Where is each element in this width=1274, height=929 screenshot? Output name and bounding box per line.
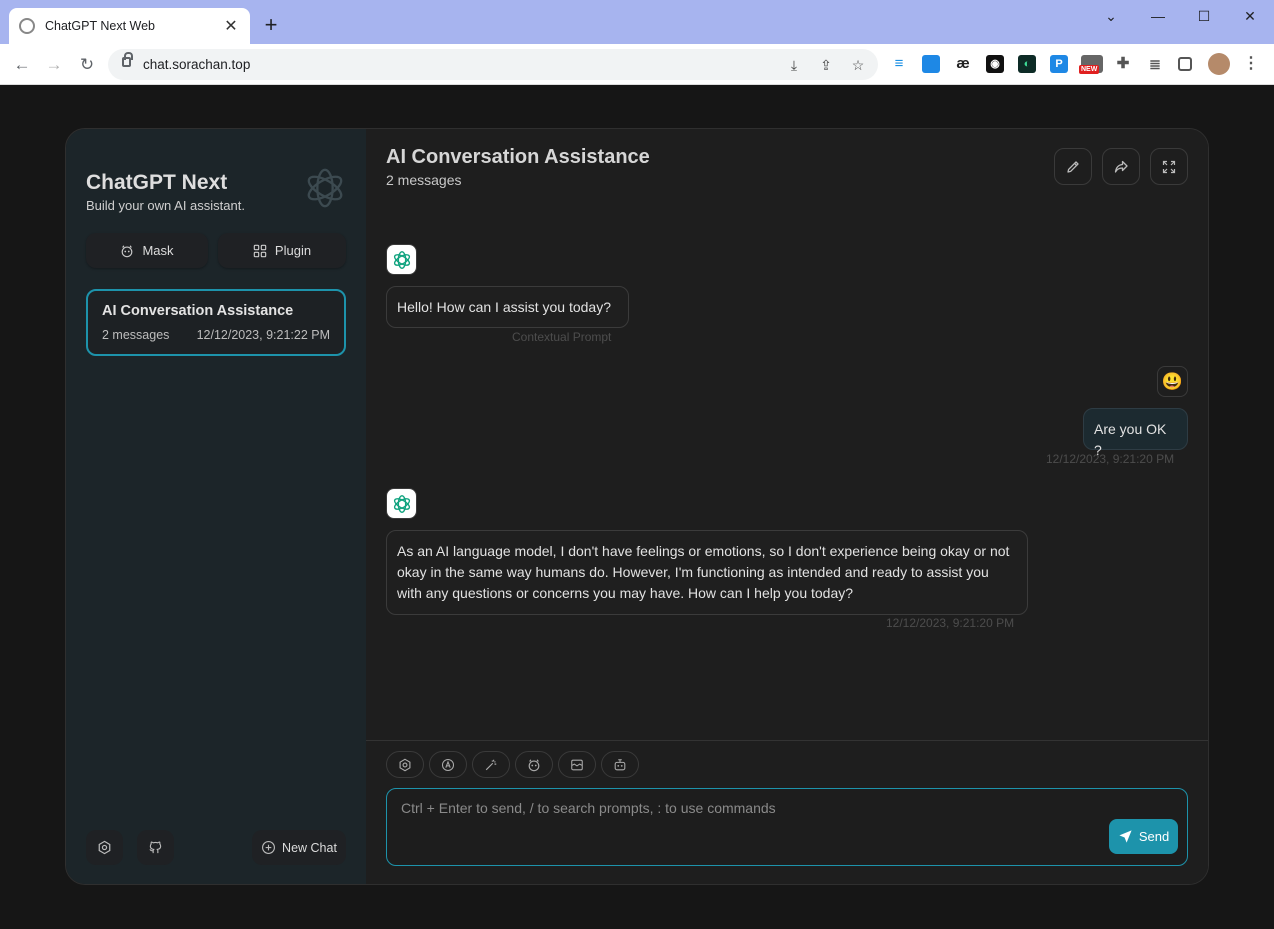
minimize-icon[interactable]: — [1143,6,1173,26]
mask-label: Mask [142,243,174,258]
share-icon[interactable]: ⇪ [816,55,836,75]
chat-input-panel: Send [366,740,1208,884]
sidepanel-icon[interactable] [1178,57,1192,71]
magic-wand-icon [485,759,497,770]
maximize-icon[interactable]: ☐ [1189,6,1219,26]
window-close-icon[interactable]: ✕ [1235,6,1265,26]
media-icon[interactable]: ≣ [1146,55,1164,73]
chat-main: AI Conversation Assistance 2 messages He… [366,129,1208,884]
gear-icon [98,840,111,855]
plugin-button[interactable]: Plugin [218,233,346,268]
globe-icon [19,18,35,34]
filter-extension-icon[interactable]: ≡ [890,55,908,73]
expand-icon [1162,160,1176,173]
send-button[interactable]: Send [1109,819,1178,854]
forward-icon[interactable]: → [42,53,66,77]
send-label: Send [1138,829,1170,844]
chat-settings-button[interactable] [386,751,424,778]
chat-item-date: 12/12/2023, 9:21:22 PM [196,328,330,342]
edit-button[interactable] [1054,148,1092,185]
new-chat-label: New Chat [282,840,337,855]
message-timestamp: 12/12/2023, 9:21:20 PM [886,616,1015,630]
theme-auto-icon [441,758,455,771]
tab-close-icon[interactable]: ✕ [222,16,240,36]
message-input[interactable] [387,789,1187,865]
chat-list-item[interactable]: AI Conversation Assistance 2 messages 12… [86,289,346,356]
install-icon[interactable]: ⤓ [784,55,804,75]
lock-icon [122,52,133,67]
share-arrow-icon [1114,160,1128,173]
gear-icon [399,758,411,771]
github-icon [149,841,162,854]
camera-extension-icon[interactable]: NEW [1079,55,1103,74]
github-button[interactable] [137,830,174,865]
chat-message-count: 2 messages [386,172,462,188]
share-button[interactable] [1102,148,1140,185]
mask-icon [122,244,133,257]
browser-tab[interactable]: ChatGPT Next Web ✕ [9,8,250,44]
add-circle-icon [262,841,276,854]
chat-app: ChatGPT Next Build your own AI assistant… [65,128,1209,885]
grid-icon [253,244,267,257]
message-timestamp: 12/12/2023, 9:21:20 PM [1046,452,1175,466]
openai-logo-icon [307,168,343,208]
assistant-message[interactable]: Hello! How can I assist you today? [386,286,629,328]
message-composer: Send [386,788,1188,866]
app-subtitle: Build your own AI assistant. [86,198,245,213]
new-chat-button[interactable]: New Chat [252,830,346,865]
sidebar: ChatGPT Next Build your own AI assistant… [66,129,366,884]
auto-theme-button[interactable] [429,751,467,778]
url-text: chat.sorachan.top [143,57,251,72]
dark-extension-icon[interactable]: ◐ [1018,55,1036,73]
pencil-icon [1067,160,1079,173]
tab-title: ChatGPT Next Web [45,19,155,33]
user-avatar: 😃 [1157,366,1188,397]
message-meta: Contextual Prompt [512,330,612,344]
break-icon [571,759,583,770]
openai-logo-icon [393,494,410,513]
openai-logo-icon [393,250,410,269]
bot-avatar [386,488,417,519]
menu-icon[interactable]: ⋮ [1242,55,1260,73]
bookmark-extension-icon[interactable] [922,55,940,73]
robot-icon [614,758,626,770]
browser-titlebar: ChatGPT Next Web ✕ + ⌄ — ☐ ✕ [0,0,1274,44]
star-icon[interactable]: ☆ [848,55,868,75]
mask-icon [528,758,540,771]
message-text: Hello! How can I assist you today? [397,299,611,315]
chat-item-count: 2 messages [102,328,170,342]
mask-select-button[interactable] [515,751,553,778]
new-tab-button[interactable]: + [258,12,284,38]
avatar-icon[interactable] [1208,53,1230,75]
plugin-label: Plugin [274,243,312,258]
chat-item-title: AI Conversation Assistance [102,303,294,319]
message-text: As an AI language model, I don't have fe… [397,543,1010,601]
chat-title[interactable]: AI Conversation Assistance [386,146,650,169]
chevron-down-icon[interactable]: ⌄ [1096,6,1126,26]
model-select-button[interactable] [601,751,639,778]
app-title: ChatGPT Next [86,171,228,194]
address-bar[interactable]: chat.sorachan.top ⤓ ⇪ ☆ [108,49,878,80]
send-icon [1119,830,1132,843]
puzzle-icon[interactable]: ✚ [1114,55,1132,73]
p-extension-icon[interactable]: P [1050,55,1068,73]
browser-toolbar: ← → ↻ chat.sorachan.top ⤓ ⇪ ☆ ≡ æ ◉ ◐ P … [0,44,1274,85]
settings-button[interactable] [86,830,123,865]
new-badge: NEW [1079,65,1100,74]
mask-button[interactable]: Mask [86,233,208,268]
bot-avatar [386,244,417,275]
ae-extension-icon[interactable]: æ [954,55,972,73]
user-message[interactable]: Are you OK ? [1083,408,1188,458]
prompt-button[interactable] [472,751,510,778]
reload-icon[interactable]: ↻ [75,53,99,77]
clear-context-button[interactable] [558,751,596,778]
assistant-message[interactable]: As an AI language model, I don't have fe… [386,530,1028,615]
back-icon[interactable]: ← [10,53,34,77]
mask-extension-icon[interactable]: ◉ [986,55,1004,73]
fullscreen-button[interactable] [1150,148,1188,185]
